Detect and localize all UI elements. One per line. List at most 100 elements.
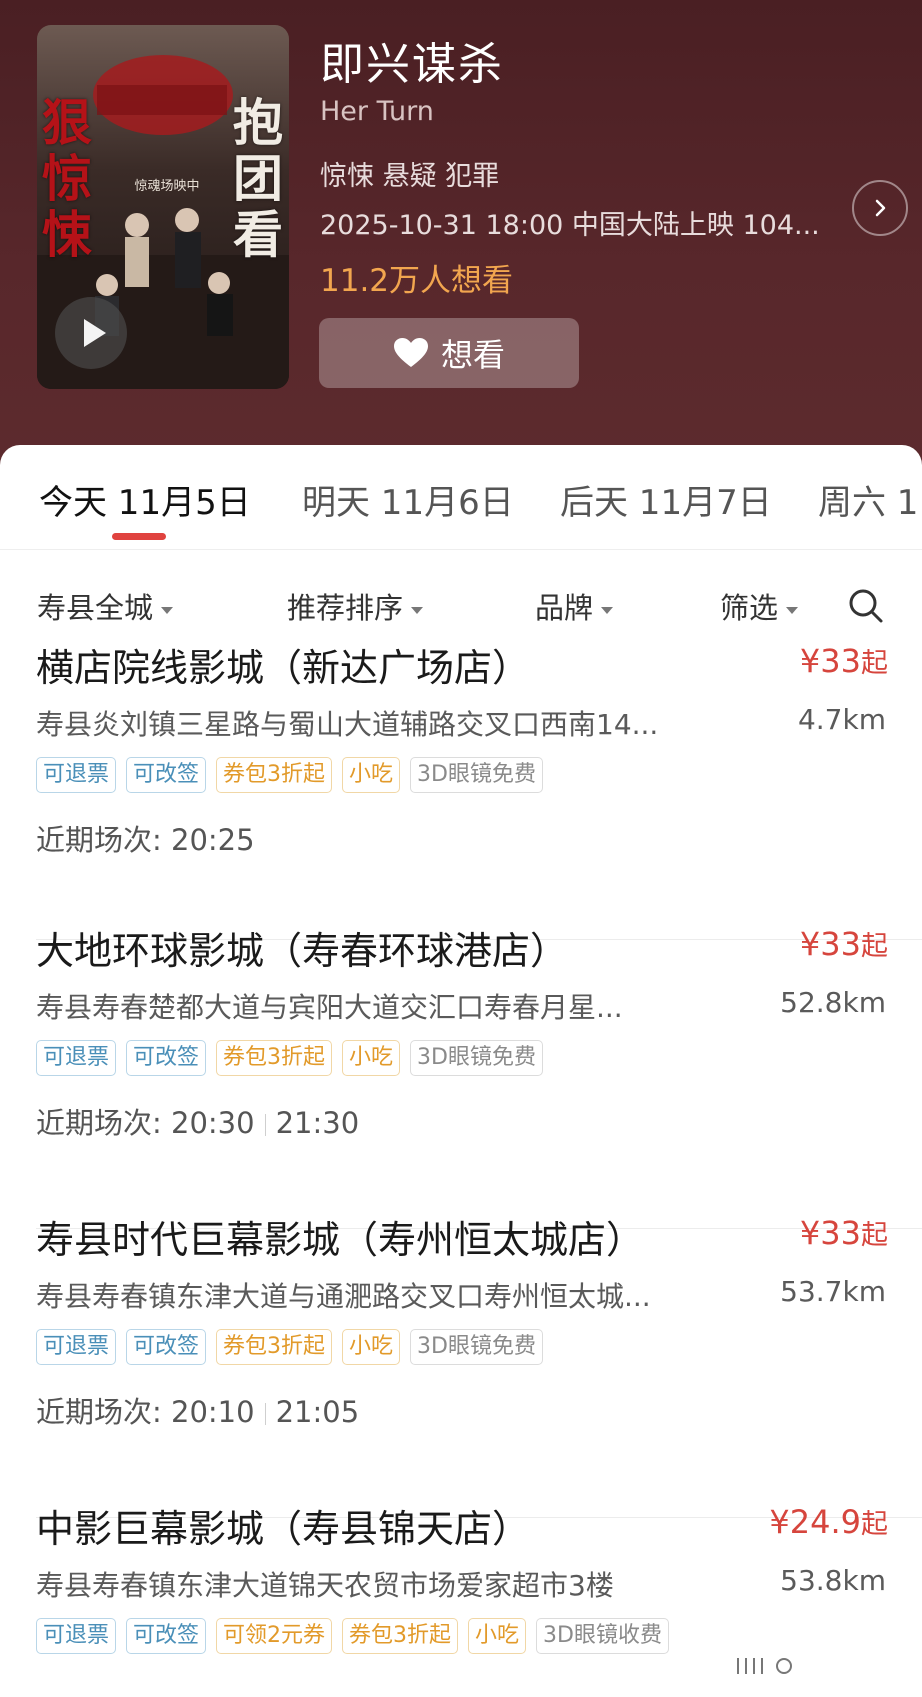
cinema-price-value: ¥33 xyxy=(799,925,861,963)
movie-poster[interactable]: 狠惊悚 抱团看 惊魂场映中 xyxy=(37,25,289,389)
filter-area[interactable]: 寿县全城 xyxy=(37,585,174,627)
cinema-address: 寿县寿春镇东津大道与通淝路交叉口寿州恒太城... xyxy=(36,1280,651,1313)
cinema-distance: 4.7km xyxy=(797,703,886,736)
heart-icon xyxy=(393,338,428,367)
showtime: 20:25 xyxy=(171,823,255,857)
tag-coupon: 券包3折起 xyxy=(216,757,333,793)
showtime-separator xyxy=(264,1114,266,1136)
filter-brand[interactable]: 品牌 xyxy=(535,585,614,627)
tag-3d-glasses: 3D眼镜收费 xyxy=(536,1618,669,1654)
cinema-distance: 52.8km xyxy=(780,986,886,1019)
tag-refundable: 可退票 xyxy=(36,1618,117,1654)
tag-coupon-2yuan: 可领2元券 xyxy=(216,1618,333,1654)
tag-changeable: 可改签 xyxy=(126,757,207,793)
cinema-item[interactable]: 横店院线影城（新达广场店） ¥33起 寿县炎刘镇三星路与蜀山大道辅路交叉口西南1… xyxy=(36,637,888,907)
poster-slogan-right: 抱团看 xyxy=(233,93,283,264)
poster-slogan-left: 狠惊悚 xyxy=(42,93,92,264)
poster-subtitle: 惊魂场映中 xyxy=(134,179,200,194)
cinema-name: 中影巨幕影城（寿县锦天店） xyxy=(36,1507,531,1551)
cinema-price: ¥24.9起 xyxy=(769,1502,888,1541)
tag-3d-glasses: 3D眼镜免费 xyxy=(410,1040,543,1076)
tag-snacks: 小吃 xyxy=(342,1040,401,1076)
caret-down-icon xyxy=(601,606,614,614)
cinema-name: 寿县时代巨幕影城（寿州恒太城店） xyxy=(36,1218,645,1262)
movie-detail-arrow[interactable] xyxy=(852,180,908,236)
tab-date-day-after[interactable]: 后天 11月7日 xyxy=(560,475,772,524)
tag-refundable: 可退票 xyxy=(36,1329,117,1365)
cinema-price-value: ¥33 xyxy=(799,1214,861,1252)
showtimes-panel: 今天 11月5日 明天 11月6日 后天 11月7日 周六 11 寿县全城 推荐… xyxy=(0,445,922,1697)
movie-english-title: Her Turn xyxy=(320,96,434,127)
tag-coupon: 券包3折起 xyxy=(216,1329,333,1365)
tag-refundable: 可退票 xyxy=(36,1040,117,1076)
cinema-price-value: ¥24.9 xyxy=(769,1503,861,1541)
showtimes-label: 近期场次: xyxy=(36,823,162,857)
cinema-address: 寿县炎刘镇三星路与蜀山大道辅路交叉口西南14... xyxy=(36,708,659,741)
want-button-label: 想看 xyxy=(440,336,505,374)
cinema-price-suffix: 起 xyxy=(861,1220,888,1251)
want-to-see-button[interactable]: 想看 xyxy=(319,318,579,388)
cinema-price: ¥33起 xyxy=(800,924,888,963)
showtimes: 近期场次: 20:30 21:30 xyxy=(36,1100,359,1142)
watermark-logo xyxy=(724,1652,914,1680)
tag-snacks: 小吃 xyxy=(468,1618,527,1654)
filter-brand-label: 品牌 xyxy=(535,591,594,625)
cinema-tags: 可退票 可改签 可领2元券 券包3折起 小吃 3D眼镜收费 xyxy=(36,1618,669,1654)
movie-title: 即兴谋杀 xyxy=(320,39,504,90)
cinema-tags: 可退票 可改签 券包3折起 小吃 3D眼镜免费 xyxy=(36,1040,543,1076)
showtime: 20:30 xyxy=(171,1106,255,1140)
showtime: 21:05 xyxy=(275,1395,360,1429)
showtimes: 近期场次: 20:25 xyxy=(36,817,255,859)
caret-down-icon xyxy=(411,606,424,614)
caret-down-icon xyxy=(161,606,174,614)
cinema-tags: 可退票 可改签 券包3折起 小吃 3D眼镜免费 xyxy=(36,1329,543,1365)
tag-snacks: 小吃 xyxy=(342,757,401,793)
search-icon[interactable] xyxy=(848,588,884,624)
tag-snacks: 小吃 xyxy=(342,1329,401,1365)
movie-header: 狠惊悚 抱团看 惊魂场映中 即兴谋杀 Her Turn 惊悚 悬疑 犯罪 202… xyxy=(0,0,922,480)
filter-more-label: 筛选 xyxy=(720,591,779,625)
active-tab-indicator xyxy=(112,533,166,540)
caret-down-icon xyxy=(786,606,799,614)
movie-release-info: 2025-10-31 18:00 中国大陆上映 104... xyxy=(320,210,820,241)
showtimes-label: 近期场次: xyxy=(36,1106,162,1140)
cinema-name: 大地环球影城（寿春环球港店） xyxy=(36,929,569,973)
cinema-price: ¥33起 xyxy=(800,641,888,680)
cinema-price-suffix: 起 xyxy=(861,1509,888,1540)
cinema-item[interactable]: 大地环球影城（寿春环球港店） ¥33起 寿县寿春楚都大道与宾阳大道交汇口寿春月星… xyxy=(36,920,888,1190)
play-icon[interactable] xyxy=(55,297,127,369)
cinema-price-suffix: 起 xyxy=(861,931,888,962)
showtime: 21:30 xyxy=(275,1106,360,1140)
cinema-price-suffix: 起 xyxy=(861,648,888,679)
cinema-price: ¥33起 xyxy=(800,1213,888,1252)
showtime-separator xyxy=(264,1403,266,1425)
tag-refundable: 可退票 xyxy=(36,757,117,793)
tab-date-saturday[interactable]: 周六 11 xyxy=(818,475,922,524)
tag-changeable: 可改签 xyxy=(126,1040,207,1076)
filter-area-label: 寿县全城 xyxy=(37,591,154,625)
cinema-tags: 可退票 可改签 券包3折起 小吃 3D眼镜免费 xyxy=(36,757,543,793)
chevron-right-icon xyxy=(875,199,886,217)
cinema-address: 寿县寿春楚都大道与宾阳大道交汇口寿春月星... xyxy=(36,991,623,1024)
cinema-distance: 53.7km xyxy=(780,1275,886,1308)
tag-changeable: 可改签 xyxy=(126,1329,207,1365)
tag-3d-glasses: 3D眼镜免费 xyxy=(410,1329,543,1365)
cinema-name: 横店院线影城（新达广场店） xyxy=(36,646,531,690)
tag-3d-glasses: 3D眼镜免费 xyxy=(410,757,543,793)
cinema-address: 寿县寿春镇东津大道锦天农贸市场爱家超市3楼 xyxy=(36,1569,614,1602)
tag-coupon: 券包3折起 xyxy=(216,1040,333,1076)
movie-genres: 惊悚 悬疑 犯罪 xyxy=(320,161,500,192)
showtimes-label: 近期场次: xyxy=(36,1395,162,1429)
tag-coupon: 券包3折起 xyxy=(342,1618,459,1654)
filter-sort[interactable]: 推荐排序 xyxy=(287,585,424,627)
filter-bar: 寿县全城 推荐排序 品牌 筛选 xyxy=(0,575,922,645)
tab-date-tomorrow[interactable]: 明天 11月6日 xyxy=(302,475,514,524)
showtime: 20:10 xyxy=(171,1395,255,1429)
filter-sort-label: 推荐排序 xyxy=(287,591,404,625)
want-count: 11.2万人想看 xyxy=(320,263,514,299)
tab-date-today[interactable]: 今天 11月5日 xyxy=(39,475,251,524)
cinema-item[interactable]: 寿县时代巨幕影城（寿州恒太城店） ¥33起 寿县寿春镇东津大道与通淝路交叉口寿州… xyxy=(36,1209,888,1479)
cinema-distance: 53.8km xyxy=(780,1564,886,1597)
cinema-price-value: ¥33 xyxy=(799,642,861,680)
filter-more[interactable]: 筛选 xyxy=(720,585,799,627)
